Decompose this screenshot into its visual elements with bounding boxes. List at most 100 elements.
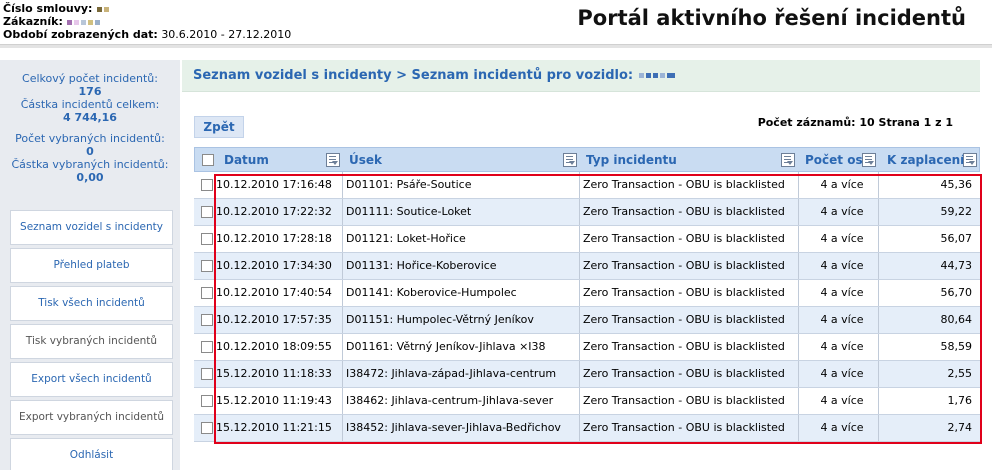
cell-pocet: 4 a více — [820, 205, 864, 218]
row-checkbox[interactable] — [201, 179, 213, 191]
cell-typ: Zero Transaction - OBU is blacklisted — [583, 394, 785, 407]
column-pocet[interactable]: Počet os — [805, 148, 867, 173]
sort-icon[interactable] — [326, 153, 340, 167]
cell-amount: 44,73 — [940, 259, 973, 272]
cell-amount: 80,64 — [940, 313, 973, 326]
cell-typ: Zero Transaction - OBU is blacklisted — [583, 286, 785, 299]
table-row[interactable]: 10.12.2010 17:34:30 D01131: Hořice-Kober… — [194, 253, 980, 280]
cell-typ: Zero Transaction - OBU is blacklisted — [583, 205, 785, 218]
cell-pocet: 4 a více — [820, 286, 864, 299]
row-checkbox[interactable] — [201, 314, 213, 326]
sidebar: Celkový počet incidentů: 176 Částka inci… — [0, 60, 180, 470]
cell-pocet: 4 a více — [820, 313, 864, 326]
portal-title: Portál aktivního řešení incidentů — [577, 6, 966, 30]
selected-amount-value: 0,00 — [76, 171, 104, 184]
menu-print-selected[interactable]: Tisk vybraných incidentů — [10, 324, 173, 359]
period-value: 30.6.2010 - 27.12.2010 — [161, 28, 292, 41]
breadcrumb-text[interactable]: Seznam vozidel s incidenty > Seznam inci… — [193, 68, 633, 83]
total-count-value: 176 — [78, 85, 102, 98]
menu-export-all[interactable]: Export všech incidentů — [10, 362, 173, 397]
header-divider — [0, 44, 992, 48]
cell-date: 10.12.2010 17:28:18 — [216, 232, 332, 245]
table-row[interactable]: 10.12.2010 17:16:48 D01101: Psáře-Soutic… — [194, 172, 980, 199]
row-checkbox[interactable] — [201, 260, 213, 272]
cell-typ: Zero Transaction - OBU is blacklisted — [583, 259, 785, 272]
table-row[interactable]: 10.12.2010 18:09:55 D01161: Větrný Jeník… — [194, 334, 980, 361]
table-row[interactable]: 15.12.2010 11:18:33 I38472: Jihlava-zápa… — [194, 361, 980, 388]
column-usek[interactable]: Úsek — [349, 148, 559, 173]
sort-icon[interactable] — [781, 153, 795, 167]
cell-amount: 1,76 — [947, 394, 973, 407]
row-checkbox[interactable] — [201, 287, 213, 299]
customer-line: Zákazník: — [3, 15, 291, 28]
redacted-mark — [666, 73, 675, 78]
cell-date: 10.12.2010 17:34:30 — [216, 259, 332, 272]
menu-export-selected[interactable]: Export vybraných incidentů — [10, 400, 173, 435]
incident-table: Datum Úsek Typ incidentu Počet os K zapl… — [194, 147, 980, 442]
menu-print-all[interactable]: Tisk všech incidentů — [10, 286, 173, 321]
cell-date: 10.12.2010 17:22:32 — [216, 205, 332, 218]
cell-typ: Zero Transaction - OBU is blacklisted — [583, 313, 785, 326]
table-row[interactable]: 10.12.2010 17:28:18 D01121: Loket-Hořice… — [194, 226, 980, 253]
sort-icon[interactable] — [862, 153, 876, 167]
page-header: Číslo smlouvy: Zákazník: Období zobrazen… — [0, 0, 992, 48]
cell-typ: Zero Transaction - OBU is blacklisted — [583, 421, 785, 434]
total-amount-label: Částka incidentů celkem: — [20, 98, 160, 111]
cell-amount: 45,36 — [940, 178, 973, 191]
table-row[interactable]: 15.12.2010 11:19:43 I38462: Jihlava-cent… — [194, 388, 980, 415]
breadcrumb-bar: Seznam vozidel s incidenty > Seznam inci… — [182, 60, 980, 92]
redacted-mark — [638, 73, 644, 78]
row-checkbox[interactable] — [201, 341, 213, 353]
cell-date: 10.12.2010 17:57:35 — [216, 313, 332, 326]
cell-date: 10.12.2010 17:40:54 — [216, 286, 332, 299]
period-line: Období zobrazených dat: 30.6.2010 - 27.1… — [3, 28, 291, 41]
redacted-mark — [103, 6, 109, 12]
incident-stats: Celkový počet incidentů: 176 Částka inci… — [0, 72, 180, 184]
contract-label: Číslo smlouvy: — [3, 2, 93, 15]
sort-icon[interactable] — [563, 153, 577, 167]
table-row[interactable]: 10.12.2010 17:22:32 D01111: Soutice-Loke… — [194, 199, 980, 226]
cell-usek: I38462: Jihlava-centrum-Jihlava-sever — [346, 394, 554, 407]
cell-usek: D01151: Humpolec-Větrný Jeníkov — [346, 313, 534, 326]
cell-usek: D01111: Soutice-Loket — [346, 205, 472, 218]
redacted-mark — [67, 19, 73, 25]
cell-usek: D01131: Hořice-Koberovice — [346, 259, 497, 272]
column-typ[interactable]: Typ incidentu — [586, 148, 776, 173]
cell-typ: Zero Transaction - OBU is blacklisted — [583, 178, 785, 191]
cell-date: 15.12.2010 11:18:33 — [216, 367, 332, 380]
total-count-label: Celkový počet incidentů: — [22, 72, 158, 85]
row-checkbox[interactable] — [201, 206, 213, 218]
row-checkbox[interactable] — [201, 368, 213, 380]
menu-vehicles-with-incidents[interactable]: Seznam vozidel s incidenty — [10, 210, 173, 245]
cell-amount: 2,74 — [947, 421, 973, 434]
cell-usek: I38452: Jihlava-sever-Jihlava-Bedřichov — [346, 421, 561, 434]
header-info: Číslo smlouvy: Zákazník: Období zobrazen… — [3, 2, 291, 41]
cell-typ: Zero Transaction - OBU is blacklisted — [583, 232, 785, 245]
menu-logout[interactable]: Odhlásit — [10, 438, 173, 470]
row-checkbox[interactable] — [201, 233, 213, 245]
cell-date: 10.12.2010 17:16:48 — [216, 178, 332, 191]
table-body: 10.12.2010 17:16:48 D01101: Psáře-Soutic… — [194, 172, 980, 442]
cell-amount: 59,22 — [940, 205, 973, 218]
sort-icon[interactable] — [963, 153, 977, 167]
redacted-mark — [81, 19, 87, 25]
table-row[interactable]: 15.12.2010 11:21:15 I38452: Jihlava-seve… — [194, 415, 980, 442]
row-checkbox[interactable] — [201, 422, 213, 434]
redacted-mark — [74, 19, 80, 25]
record-count: Počet záznamů: 10 Strana 1 z 1 — [757, 116, 953, 129]
menu-payments-overview[interactable]: Přehled plateb — [10, 248, 173, 283]
row-checkbox[interactable] — [201, 395, 213, 407]
cell-date: 10.12.2010 18:09:55 — [216, 340, 332, 353]
select-all-checkbox[interactable] — [202, 154, 214, 166]
redacted-mark — [96, 6, 102, 12]
table-row[interactable]: 10.12.2010 17:40:54 D01141: Koberovice-H… — [194, 280, 980, 307]
column-date[interactable]: Datum — [224, 148, 324, 173]
cell-date: 15.12.2010 11:21:15 — [216, 421, 332, 434]
table-row[interactable]: 10.12.2010 17:57:35 D01151: Humpolec-Vět… — [194, 307, 980, 334]
cell-usek: D01141: Koberovice-Humpolec — [346, 286, 517, 299]
cell-amount: 56,07 — [940, 232, 973, 245]
cell-pocet: 4 a více — [820, 232, 864, 245]
redacted-mark — [652, 73, 658, 78]
column-kzap[interactable]: K zaplacení — [887, 148, 967, 173]
back-button[interactable]: Zpět — [194, 116, 244, 138]
